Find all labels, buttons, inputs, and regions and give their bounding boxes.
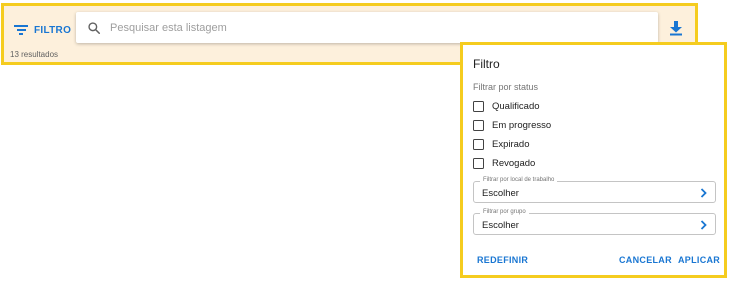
workplace-select-legend: Filtrar por local de trabalho bbox=[480, 177, 558, 183]
checkbox-unchecked-icon[interactable] bbox=[473, 101, 484, 112]
status-checkbox-qualificado[interactable]: Qualificado bbox=[473, 101, 540, 112]
results-count: 13 resultados bbox=[10, 50, 59, 59]
status-checkbox-revogado[interactable]: Revogado bbox=[473, 158, 535, 169]
status-heading: Filtrar por status bbox=[473, 82, 539, 92]
panel-title: Filtro bbox=[473, 57, 500, 71]
workplace-select[interactable]: Filtrar por local de trabalho Escolher bbox=[473, 177, 716, 203]
checkbox-label: Em progresso bbox=[492, 120, 552, 131]
checkbox-unchecked-icon[interactable] bbox=[473, 158, 484, 169]
search-bar bbox=[76, 12, 658, 43]
reset-button[interactable]: REDEFINIR bbox=[477, 255, 528, 265]
checkbox-label: Qualificado bbox=[492, 101, 540, 112]
checkbox-unchecked-icon[interactable] bbox=[473, 120, 484, 131]
group-select[interactable]: Filtrar por grupo Escolher bbox=[473, 209, 716, 235]
workplace-select-value: Escolher bbox=[482, 188, 519, 199]
status-checkbox-expirado[interactable]: Expirado bbox=[473, 139, 530, 150]
status-checkbox-em-progresso[interactable]: Em progresso bbox=[473, 120, 551, 131]
group-select-legend: Filtrar por grupo bbox=[480, 209, 529, 215]
filter-button[interactable]: FILTRO bbox=[14, 19, 71, 41]
search-icon bbox=[88, 21, 101, 34]
cancel-button[interactable]: CANCELAR bbox=[619, 255, 672, 265]
download-icon[interactable] bbox=[669, 20, 683, 36]
group-select-value: Escolher bbox=[482, 220, 519, 231]
checkbox-label: Expirado bbox=[492, 139, 530, 150]
chevron-right-icon bbox=[700, 188, 707, 198]
checkbox-label: Revogado bbox=[492, 158, 536, 169]
filter-list-icon bbox=[14, 24, 28, 36]
chevron-right-icon bbox=[700, 220, 707, 230]
apply-button[interactable]: APLICAR bbox=[678, 255, 720, 265]
checkbox-unchecked-icon[interactable] bbox=[473, 139, 484, 150]
filter-button-label: FILTRO bbox=[34, 24, 72, 36]
search-input[interactable] bbox=[110, 21, 630, 34]
filter-panel: Filtro Filtrar por status Qualificado Em… bbox=[460, 42, 727, 278]
